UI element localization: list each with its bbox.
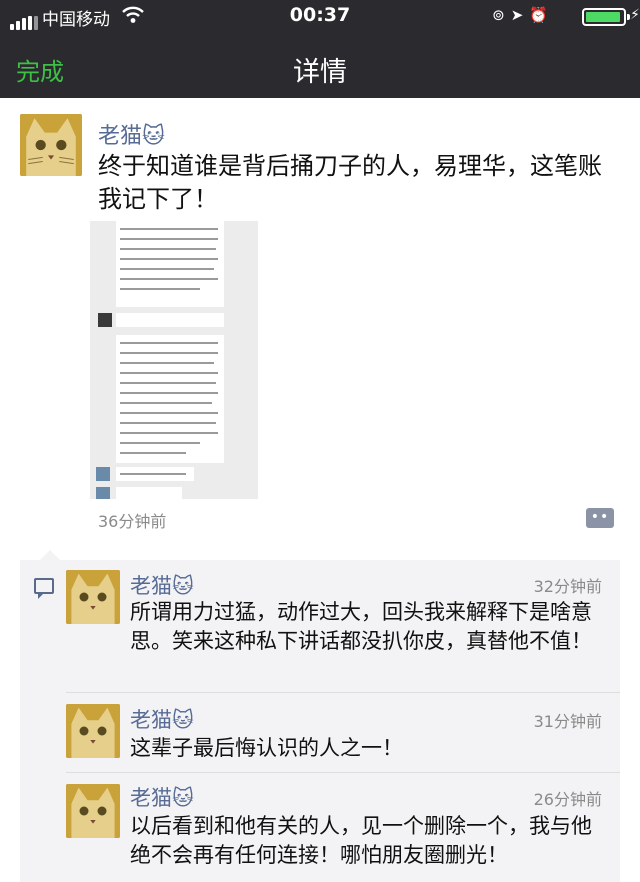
comment-divider [66,692,620,693]
comment-timestamp: 31分钟前 [533,712,602,731]
comment-divider [66,772,620,773]
comment-author-name[interactable]: 老猫🐱 [130,704,194,734]
alarm-icon: ⏰ [529,6,554,24]
comment-timestamp: 32分钟前 [533,577,602,596]
post-text: 终于知道谁是背后捅刀子的人，易理华，这笔账我记下了！ [98,152,602,213]
charging-icon: ⚡ [630,7,640,23]
comment-icon [34,578,54,599]
comment-text: 这辈子最后悔认识的人之一！ [130,736,403,760]
comment-text: 以后看到和他有关的人，见一个删除一个，我与他绝不会再有任何连接！哪怕朋友圈删光！ [130,814,592,867]
cat-avatar-image [66,784,120,838]
post-author-name[interactable]: 老猫🐱 [98,118,165,150]
more-actions-button[interactable]: •• [586,508,614,528]
comment-author-name[interactable]: 老猫🐱 [130,782,194,812]
comment-text: 所谓用力过猛，动作过大，回头我来解释下是啥意思。笑来这种私下讲话都没扒你皮，真替… [130,600,592,653]
comment-author-name[interactable]: 老猫🐱 [130,570,194,600]
top-bar: 中国移动 00:37 ⊚➤⏰ ⚡ 完成 详情 [0,0,640,98]
post-image-chat-screenshot[interactable] [90,221,258,499]
status-icons: ⊚➤⏰ [492,6,554,24]
comment-avatar[interactable] [66,570,120,624]
cat-avatar-image [66,704,120,758]
chat-screenshot-image [90,221,258,499]
post-timestamp: 36分钟前 [98,512,167,531]
cat-avatar-image [66,570,120,624]
comment-avatar[interactable] [66,784,120,838]
comment-avatar[interactable] [66,704,120,758]
rotation-lock-icon: ⊚ [492,6,511,24]
location-icon: ➤ [510,6,530,24]
comment-timestamp: 26分钟前 [533,790,602,809]
post-avatar[interactable] [20,114,82,176]
cat-avatar-image [20,114,82,176]
page-title: 详情 [293,57,347,88]
status-bar: 中国移动 00:37 ⊚➤⏰ ⚡ [0,0,640,32]
battery-icon [582,8,630,26]
